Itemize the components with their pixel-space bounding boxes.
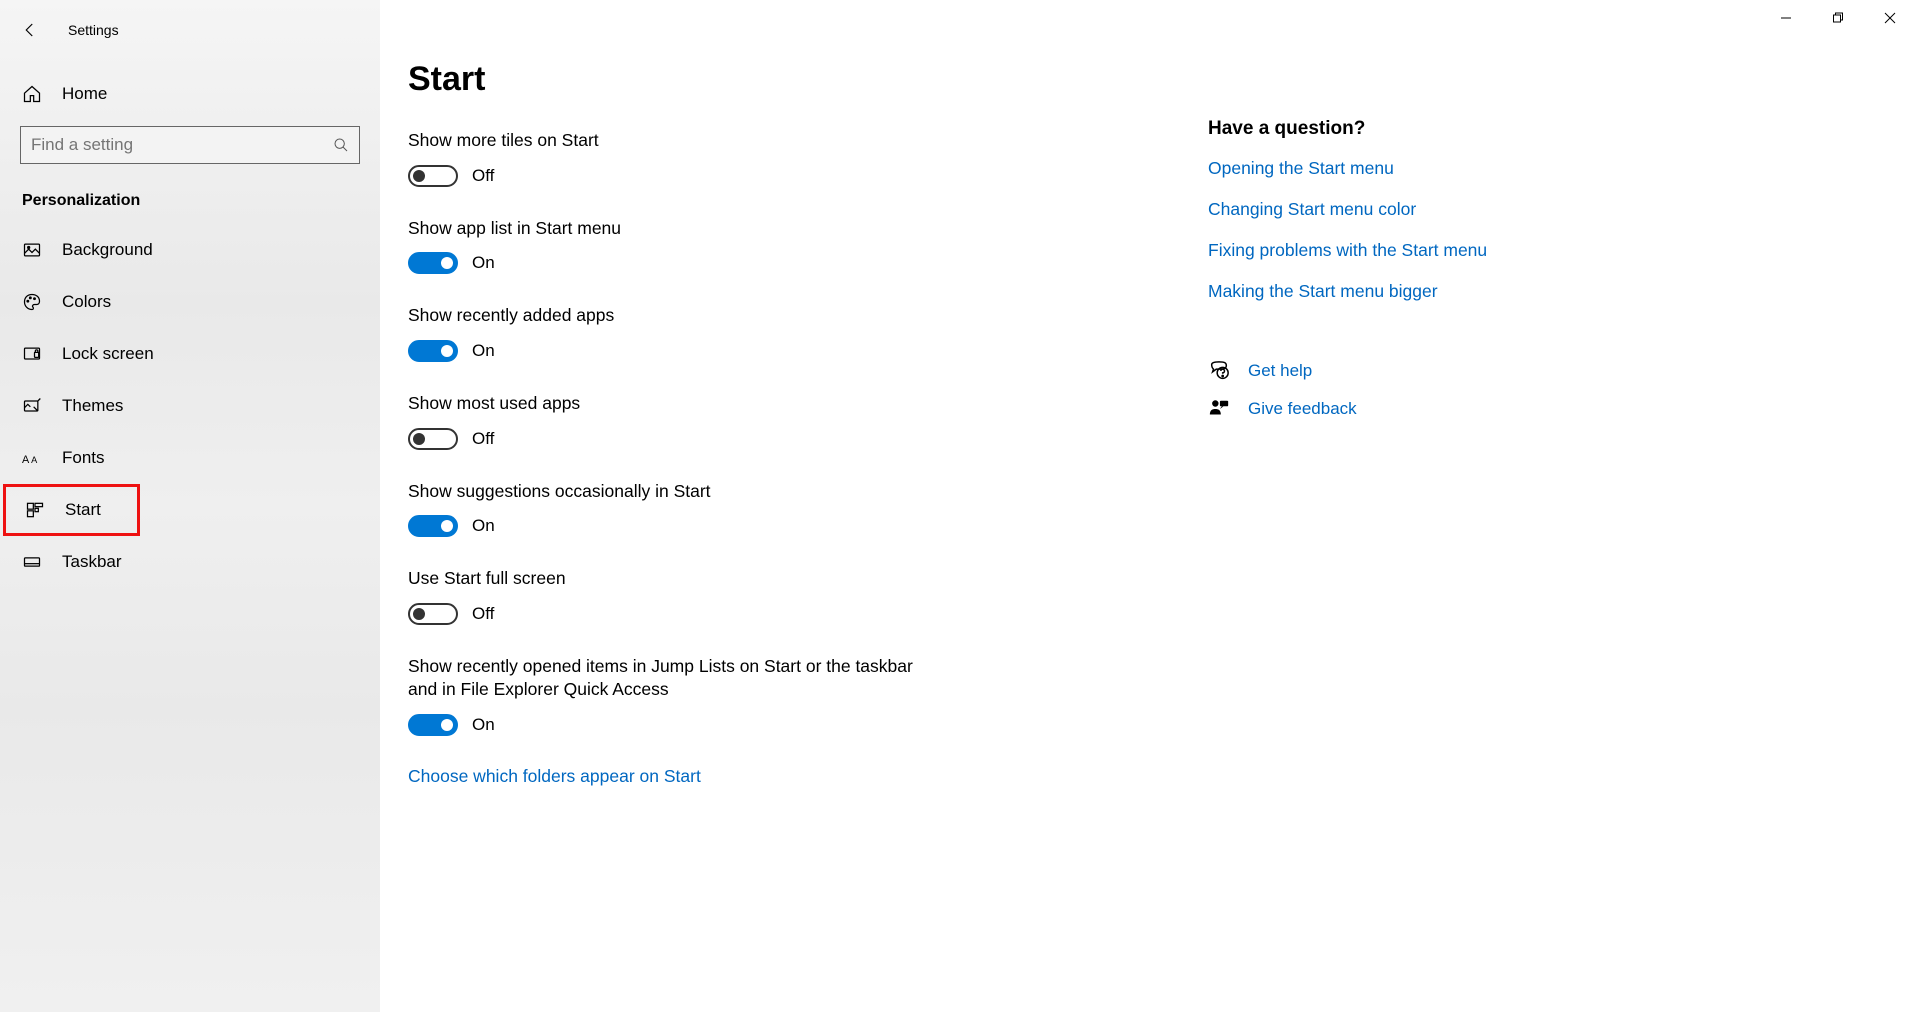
sidebar-item-taskbar[interactable]: Taskbar (0, 536, 380, 588)
get-help-label: Get help (1248, 361, 1312, 381)
help-link-open-start[interactable]: Opening the Start menu (1208, 158, 1886, 179)
sidebar-item-background[interactable]: Background (0, 224, 380, 276)
toggle-state: Off (472, 166, 494, 186)
sidebar-item-label: Taskbar (62, 552, 122, 572)
sidebar-item-label: Colors (62, 292, 111, 312)
setting-show-more-tiles: Show more tiles on Start Off (408, 129, 1178, 187)
setting-jump-lists: Show recently opened items in Jump Lists… (408, 655, 1178, 736)
help-icon (1208, 360, 1230, 382)
give-feedback-row[interactable]: Give feedback (1208, 398, 1886, 420)
setting-label: Show recently added apps (408, 304, 928, 328)
home-icon (22, 84, 42, 104)
back-button[interactable] (20, 20, 40, 40)
setting-full-screen: Use Start full screen Off (408, 567, 1178, 625)
help-link-bigger[interactable]: Making the Start menu bigger (1208, 281, 1886, 302)
help-link-change-color[interactable]: Changing Start menu color (1208, 199, 1886, 220)
toggle-most-used[interactable] (408, 428, 458, 450)
sidebar-item-colors[interactable]: Colors (0, 276, 380, 328)
toggle-state: Off (472, 429, 494, 449)
svg-text:A: A (31, 455, 38, 465)
help-title: Have a question? (1208, 118, 1886, 140)
taskbar-icon (22, 552, 42, 572)
setting-label: Show suggestions occasionally in Start (408, 480, 928, 504)
search-icon (333, 137, 349, 153)
toggle-state: On (472, 516, 495, 536)
sidebar-item-lock-screen[interactable]: Lock screen (0, 328, 380, 380)
toggle-state: On (472, 253, 495, 273)
maximize-button[interactable] (1812, 0, 1864, 36)
page-title: Start (408, 60, 1178, 99)
setting-label: Show more tiles on Start (408, 129, 928, 153)
sidebar-section: Personalization (22, 192, 380, 210)
themes-icon (22, 396, 42, 416)
toggle-suggestions[interactable] (408, 515, 458, 537)
sidebar-home[interactable]: Home (0, 70, 380, 118)
lock-screen-icon (22, 344, 42, 364)
picture-icon (22, 240, 42, 260)
setting-label: Show most used apps (408, 392, 928, 416)
close-button[interactable] (1864, 0, 1916, 36)
sidebar-item-themes[interactable]: Themes (0, 380, 380, 432)
sidebar-item-label: Background (62, 240, 153, 260)
sidebar-item-label: Fonts (62, 448, 105, 468)
help-link-fix-problems[interactable]: Fixing problems with the Start menu (1208, 240, 1886, 261)
fonts-icon: AA (22, 448, 42, 468)
window-title: Settings (68, 22, 119, 38)
toggle-state: On (472, 341, 495, 361)
setting-label: Use Start full screen (408, 567, 928, 591)
choose-folders-link[interactable]: Choose which folders appear on Start (408, 766, 1178, 787)
palette-icon (22, 292, 42, 312)
sidebar-item-start[interactable]: Start (3, 484, 140, 536)
setting-show-app-list: Show app list in Start menu On (408, 217, 1178, 275)
give-feedback-label: Give feedback (1248, 399, 1357, 419)
setting-suggestions: Show suggestions occasionally in Start O… (408, 480, 1178, 538)
toggle-recently-added[interactable] (408, 340, 458, 362)
toggle-state: Off (472, 604, 494, 624)
search-box[interactable] (20, 126, 360, 164)
start-icon (25, 500, 45, 520)
search-input[interactable] (31, 135, 333, 155)
setting-label: Show app list in Start menu (408, 217, 928, 241)
setting-label: Show recently opened items in Jump Lists… (408, 655, 928, 702)
sidebar-item-label: Themes (62, 396, 123, 416)
sidebar-item-label: Start (65, 500, 101, 520)
sidebar-home-label: Home (62, 84, 107, 104)
sidebar: Settings Home Personalization Background (0, 0, 380, 1012)
toggle-full-screen[interactable] (408, 603, 458, 625)
svg-text:A: A (22, 454, 30, 466)
setting-most-used: Show most used apps Off (408, 392, 1178, 450)
toggle-jump-lists[interactable] (408, 714, 458, 736)
sidebar-item-fonts[interactable]: AA Fonts (0, 432, 380, 484)
setting-recently-added: Show recently added apps On (408, 304, 1178, 362)
feedback-icon (1208, 398, 1230, 420)
get-help-row[interactable]: Get help (1208, 360, 1886, 382)
minimize-button[interactable] (1760, 0, 1812, 36)
sidebar-item-label: Lock screen (62, 344, 154, 364)
toggle-state: On (472, 715, 495, 735)
toggle-show-app-list[interactable] (408, 252, 458, 274)
toggle-show-more-tiles[interactable] (408, 165, 458, 187)
